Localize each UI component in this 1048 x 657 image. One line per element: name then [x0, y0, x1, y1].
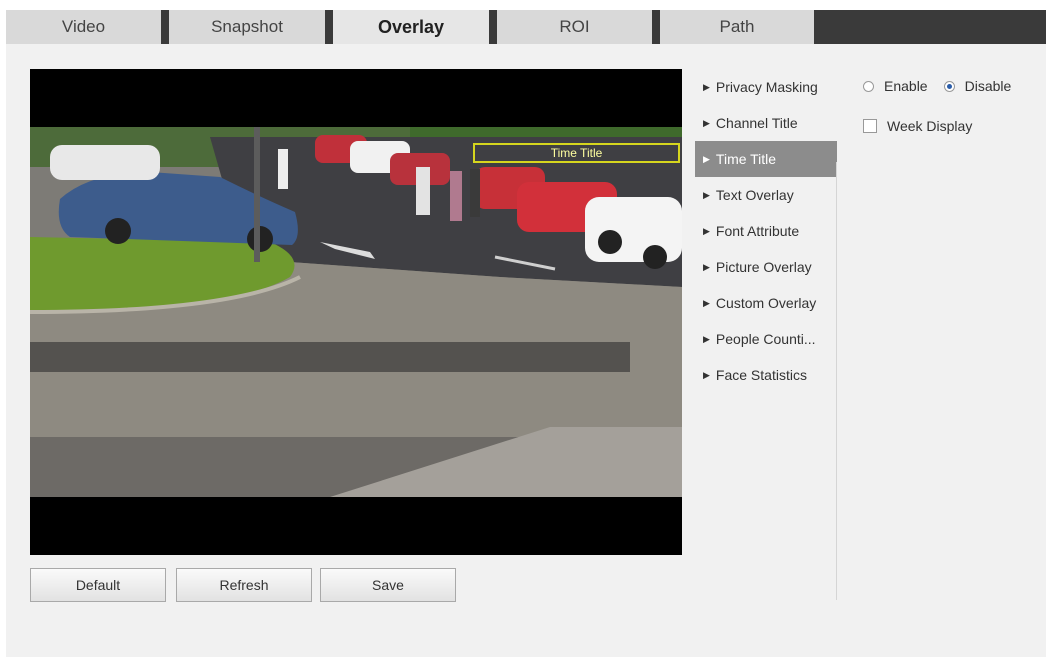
- menu-item-label: Privacy Masking: [715, 79, 818, 95]
- enable-label: Enable: [884, 78, 928, 94]
- menu-item-label: Font Attribute: [715, 223, 800, 239]
- tab-label: Snapshot: [211, 17, 283, 36]
- disable-label: Disable: [964, 78, 1012, 94]
- menu-item-text-overlay[interactable]: ▶ Text Overlay: [695, 177, 837, 213]
- menu-item-channel-title[interactable]: ▶ Channel Title: [695, 105, 837, 141]
- menu-item-people-counting[interactable]: ▶ People Counti...: [695, 321, 837, 357]
- enable-radio-group: Enable Disable: [863, 76, 1027, 96]
- menu-item-label: People Counti...: [715, 331, 816, 347]
- menu-item-font-attribute[interactable]: ▶ Font Attribute: [695, 213, 837, 249]
- menu-item-label: Face Statistics: [715, 367, 807, 383]
- menu-item-label: Time Title: [715, 151, 777, 167]
- camera-scene-image: [30, 127, 682, 497]
- video-preview[interactable]: Time Title: [30, 69, 682, 555]
- menu-item-time-title[interactable]: ▶ Time Title: [695, 141, 837, 177]
- tab-overlay[interactable]: Overlay: [333, 10, 489, 44]
- caret-right-icon: ▶: [703, 82, 710, 92]
- caret-right-icon: ▶: [703, 190, 710, 200]
- button-label: Refresh: [219, 577, 269, 593]
- caret-right-icon: ▶: [703, 334, 710, 344]
- disable-radio[interactable]: [943, 80, 955, 92]
- overlay-submenu: ▶ Privacy Masking ▶ Channel Title ▶ Time Ti…: [695, 69, 837, 393]
- tab-snapshot[interactable]: Snapshot: [169, 10, 325, 44]
- tab-bar: Video Snapshot Overlay ROI Path: [6, 10, 1046, 44]
- time-title-osd-text: Time Title: [550, 146, 603, 160]
- caret-right-icon: ▶: [703, 370, 710, 380]
- time-title-options: Enable Disable Week Display: [863, 76, 1027, 136]
- tab-label: ROI: [559, 17, 590, 36]
- menu-item-label: Picture Overlay: [715, 259, 812, 275]
- week-display-label: Week Display: [887, 118, 973, 134]
- tab-video[interactable]: Video: [6, 10, 161, 44]
- enable-radio[interactable]: [863, 80, 874, 92]
- menu-item-privacy-masking[interactable]: ▶ Privacy Masking: [695, 69, 837, 105]
- caret-right-icon: ▶: [703, 262, 710, 272]
- caret-right-icon: ▶: [703, 118, 710, 128]
- caret-right-icon: ▶: [703, 154, 710, 164]
- tab-divider: [489, 10, 497, 44]
- tab-label: Path: [719, 17, 755, 36]
- tab-divider: [325, 10, 333, 44]
- week-display-checkbox[interactable]: [863, 119, 877, 133]
- button-label: Save: [372, 577, 404, 593]
- menu-item-face-statistics[interactable]: ▶ Face Statistics: [695, 357, 837, 393]
- refresh-button[interactable]: Refresh: [176, 568, 312, 602]
- menu-item-label: Channel Title: [715, 115, 798, 131]
- tab-path[interactable]: Path: [660, 10, 814, 44]
- week-display-row: Week Display: [863, 116, 1027, 136]
- tab-label: Video: [61, 17, 106, 36]
- tab-label: Overlay: [377, 16, 445, 37]
- menu-item-label: Text Overlay: [715, 187, 794, 203]
- default-button[interactable]: Default: [30, 568, 166, 602]
- tab-roi[interactable]: ROI: [497, 10, 652, 44]
- menu-item-custom-overlay[interactable]: ▶ Custom Overlay: [695, 285, 837, 321]
- time-title-osd-box[interactable]: Time Title: [473, 143, 680, 163]
- caret-right-icon: ▶: [703, 298, 710, 308]
- tab-divider: [652, 10, 660, 44]
- save-button[interactable]: Save: [320, 568, 456, 602]
- caret-right-icon: ▶: [703, 226, 710, 236]
- button-label: Default: [75, 577, 121, 593]
- menu-item-label: Custom Overlay: [715, 295, 817, 311]
- tab-divider: [161, 10, 169, 44]
- menu-item-picture-overlay[interactable]: ▶ Picture Overlay: [695, 249, 837, 285]
- menu-divider: [836, 162, 837, 600]
